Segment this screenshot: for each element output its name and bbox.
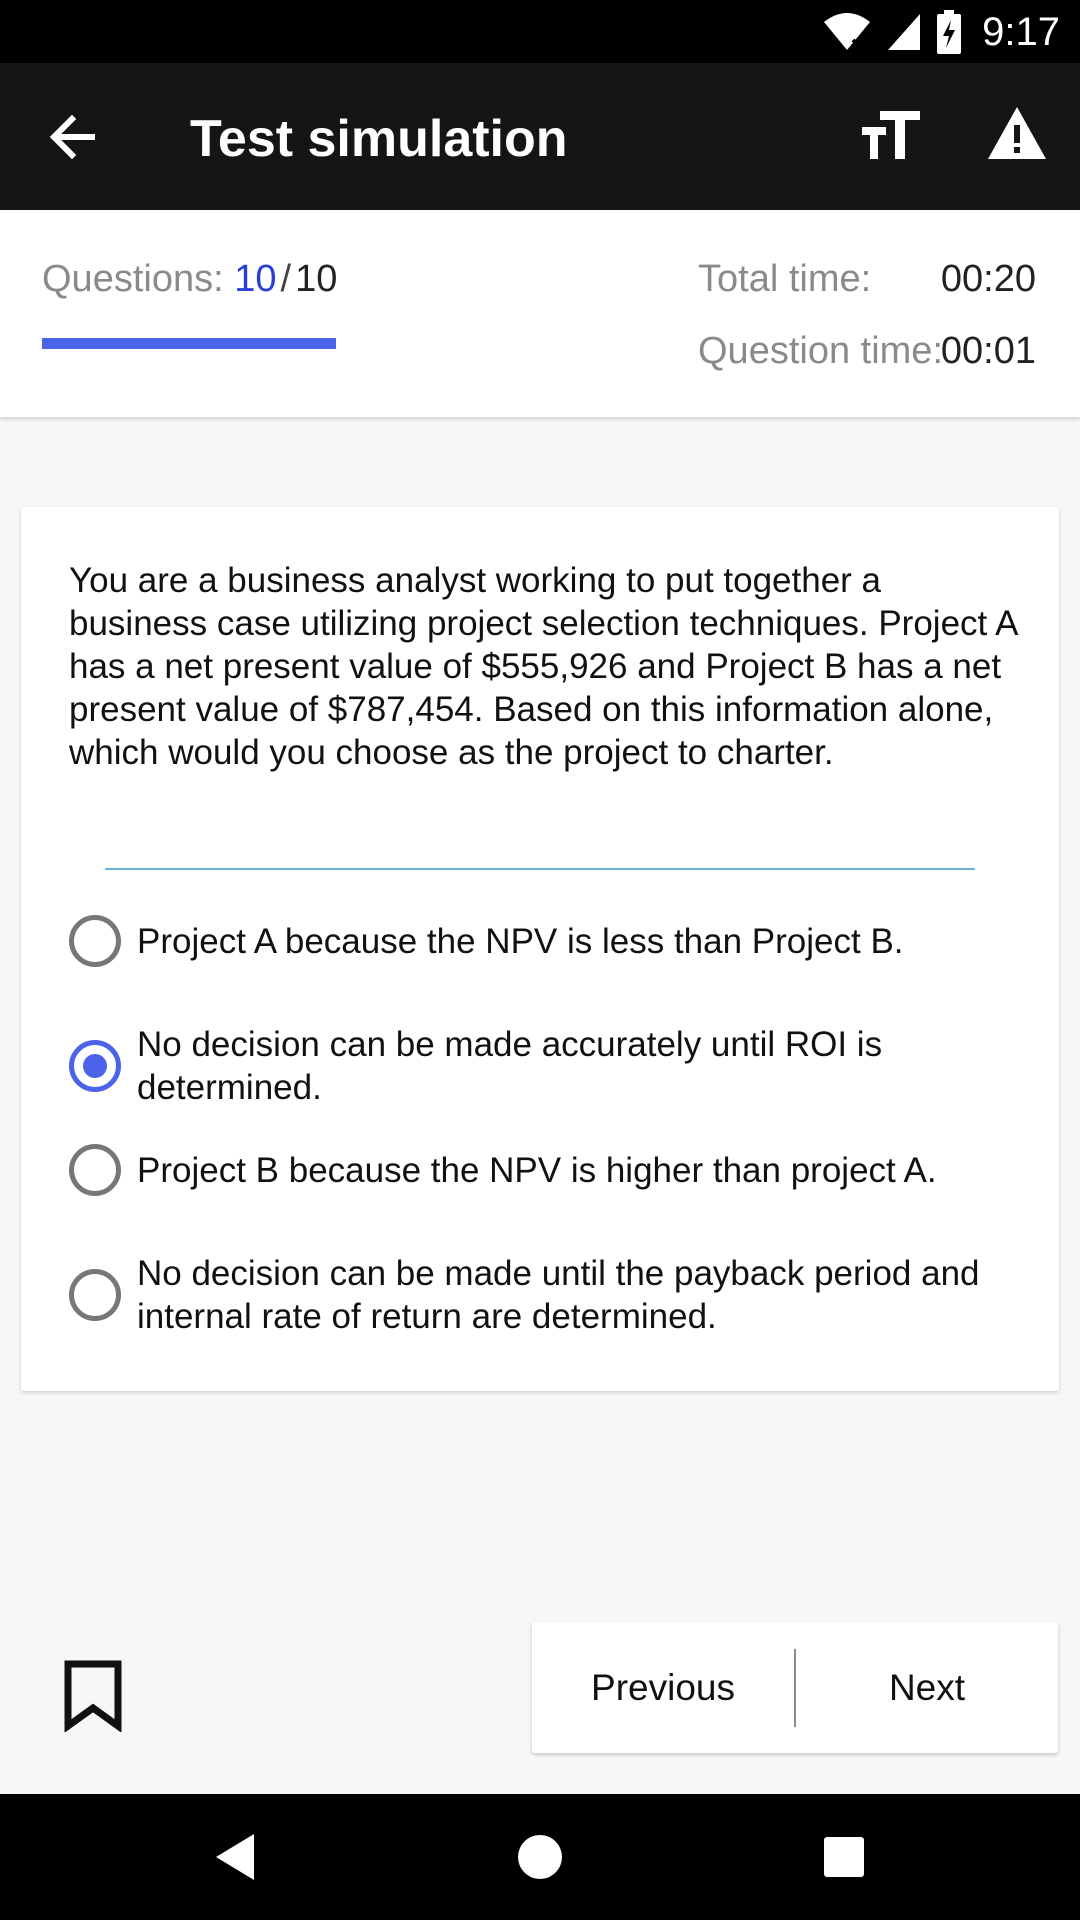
progress-fill xyxy=(42,338,336,349)
app-bar: Test simulation xyxy=(0,63,1080,210)
status-bar: 9:17 xyxy=(0,0,1080,63)
status-icons: 9:17 xyxy=(822,8,1060,56)
question-text: You are a business analyst working to pu… xyxy=(69,561,1017,772)
total-time-label: Total time: xyxy=(698,258,872,300)
battery-charging-icon xyxy=(937,10,962,54)
system-recents-icon[interactable] xyxy=(817,1830,871,1884)
system-back-icon[interactable] xyxy=(210,1830,264,1884)
answer-option-label: No decision can be made accurately until… xyxy=(137,1025,883,1107)
answer-option-label: Project A because the NPV is less than P… xyxy=(137,921,904,961)
status-time: 9:17 xyxy=(982,9,1060,54)
page-title: Test simulation xyxy=(190,110,568,168)
answer-option-label: No decision can be made until the paybac… xyxy=(137,1254,980,1336)
radio-button[interactable] xyxy=(69,915,121,967)
questions-label: Questions: xyxy=(42,258,224,300)
answer-option-3[interactable]: Project B because the NPV is higher than… xyxy=(69,1144,1039,1196)
answer-option-4[interactable]: No decision can be made until the paybac… xyxy=(69,1252,1039,1338)
back-arrow-icon[interactable] xyxy=(44,107,104,167)
answer-option-2[interactable]: No decision can be made accurately until… xyxy=(69,1023,1039,1109)
question-navigation: Previous Next xyxy=(532,1622,1058,1753)
next-button[interactable]: Next xyxy=(796,1622,1058,1753)
radio-button[interactable] xyxy=(69,1144,121,1196)
bookmark-icon[interactable] xyxy=(62,1660,124,1732)
question-time-label: Question time: xyxy=(698,330,943,372)
current-question-number: 10 xyxy=(234,258,277,300)
answer-option-label: Project B because the NPV is higher than… xyxy=(137,1150,937,1190)
system-home-icon[interactable] xyxy=(513,1830,567,1884)
text-size-icon[interactable] xyxy=(860,105,922,167)
wifi-icon xyxy=(824,13,871,50)
question-counter: Questions: 10/10 xyxy=(42,258,337,301)
cell-signal-icon xyxy=(888,14,921,50)
question-separator: / xyxy=(280,258,292,300)
warning-icon[interactable] xyxy=(986,103,1048,165)
previous-button[interactable]: Previous xyxy=(532,1622,794,1753)
system-navigation-bar xyxy=(0,1794,1080,1920)
radio-button[interactable] xyxy=(69,1040,121,1092)
progress-bar xyxy=(42,338,336,349)
total-time-value: 00:20 xyxy=(940,258,1036,300)
radio-button[interactable] xyxy=(69,1269,121,1321)
question-card: You are a business analyst working to pu… xyxy=(21,507,1059,1391)
total-questions-number: 10 xyxy=(295,258,338,300)
test-stats-panel: Questions: 10/10 Total time: 00:20 Quest… xyxy=(0,210,1080,417)
answer-option-1[interactable]: Project A because the NPV is less than P… xyxy=(69,915,1039,967)
divider xyxy=(105,868,975,870)
question-time-value: 00:01 xyxy=(940,330,1036,372)
